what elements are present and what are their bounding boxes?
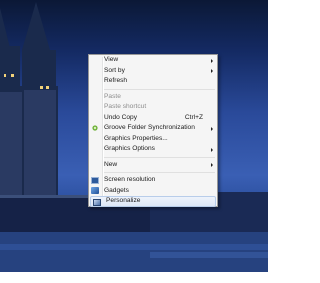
menu-item-undo-copy[interactable]: Undo Copy Ctrl+Z [89,113,217,124]
shortcut-label: Ctrl+Z [184,113,203,121]
menu-item-gadgets[interactable]: Gadgets [89,186,217,197]
screen-margin [268,0,304,283]
menu-item-label: Sort by [104,66,125,74]
menu-item-graphics-properties[interactable]: Graphics Properties... [89,134,217,145]
menu-item-sort-by[interactable]: Sort by [89,66,217,77]
menu-item-paste: Paste [89,92,217,103]
menu-item-label: Paste [104,92,121,100]
menu-item-label: Paste shortcut [104,103,147,110]
menu-item-label: Gadgets [104,186,129,194]
menu-item-label: Screen resolution [104,176,156,183]
menu-item-label: Personalize [106,197,141,204]
menu-item-label: Groove Folder Synchronization [104,124,195,131]
menu-separator [104,172,215,173]
menu-separator [104,156,215,158]
menu-item-label: Graphics Properties... [104,134,168,142]
submenu-arrow-icon [211,69,213,73]
menu-item-graphics-options[interactable]: Graphics Options [89,144,217,155]
submenu-arrow-icon [211,58,213,63]
desktop-context-menu: View Sort by Refresh Paste Paste shortcu… [88,54,218,207]
menu-item-label: Graphics Options [104,145,155,152]
menu-item-label: Undo Copy [104,113,137,121]
menu-item-view[interactable]: View [89,55,217,66]
groove-icon [92,125,98,131]
screen-resolution-icon [91,176,99,184]
menu-item-screen-resolution[interactable]: Screen resolution [89,175,217,186]
personalize-icon [93,198,101,206]
menu-item-refresh[interactable]: Refresh [89,76,217,87]
menu-item-paste-shortcut: Paste shortcut [89,102,217,113]
submenu-arrow-icon [211,147,213,152]
menu-item-groove-folder-sync[interactable]: Groove Folder Synchronization [89,123,217,134]
menu-item-label: View [104,56,119,63]
menu-item-label: Refresh [104,77,128,84]
wallpaper-bottom-strip [0,272,268,283]
menu-item-label: New [104,160,118,168]
menu-item-personalize[interactable]: Personalize [90,196,216,207]
gadgets-icon [91,187,99,194]
menu-separator [104,88,215,90]
submenu-arrow-icon [211,126,213,131]
menu-item-new[interactable]: New [89,160,217,171]
submenu-arrow-icon [211,163,213,167]
